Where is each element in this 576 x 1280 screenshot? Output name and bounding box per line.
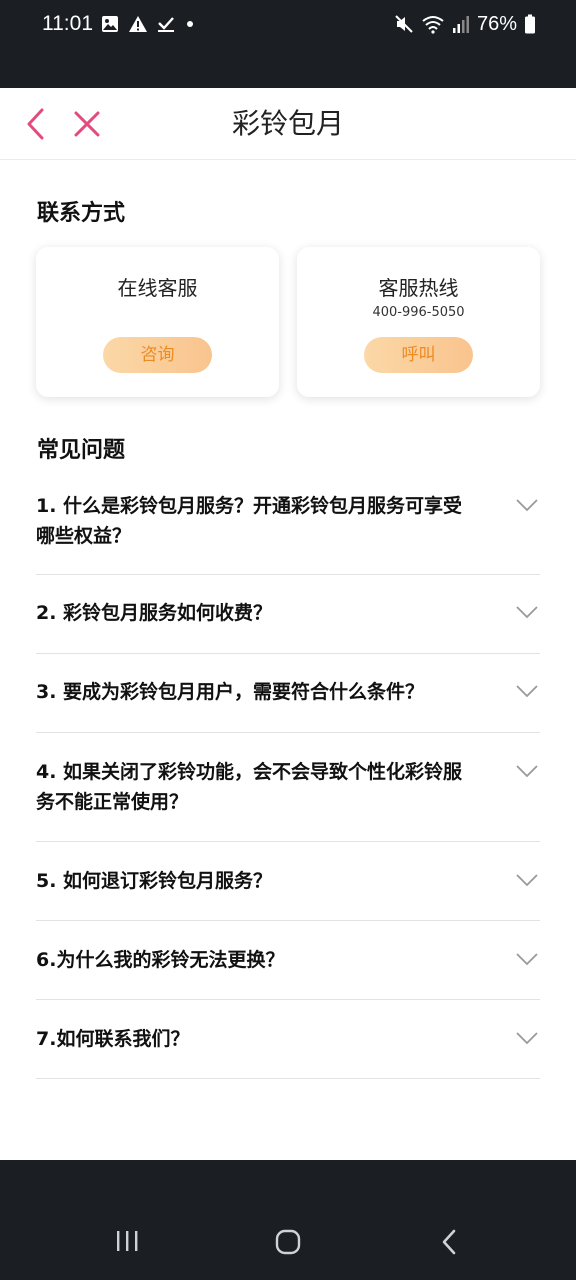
consult-button[interactable]: 咨询 bbox=[103, 337, 212, 373]
header: 彩铃包月 bbox=[0, 88, 576, 160]
faq-item-3[interactable]: 3. 要成为彩铃包月用户，需要符合什么条件？ bbox=[36, 654, 540, 733]
faq-question: 4. 如果关闭了彩铃功能，会不会导致个性化彩铃服务不能正常使用？ bbox=[36, 761, 463, 813]
faq-item-7[interactable]: 7.如何联系我们？ bbox=[36, 1000, 540, 1079]
chevron-down-icon bbox=[516, 606, 538, 619]
back-icon[interactable] bbox=[438, 1228, 462, 1256]
faq-item-4[interactable]: 4. 如果关闭了彩铃功能，会不会导致个性化彩铃服务不能正常使用？ bbox=[36, 733, 540, 842]
faq-item-2[interactable]: 2. 彩铃包月服务如何收费？ bbox=[36, 575, 540, 654]
faq-question: 7.如何联系我们？ bbox=[36, 1028, 190, 1050]
contact-section-title: 联系方式 bbox=[37, 201, 126, 226]
home-icon[interactable] bbox=[274, 1228, 302, 1256]
faq-item-1[interactable]: 1. 什么是彩铃包月服务？开通彩铃包月服务可享受哪些权益？ bbox=[36, 478, 540, 575]
status-time: 11:01 bbox=[42, 12, 93, 35]
chevron-down-icon bbox=[516, 874, 538, 887]
call-button[interactable]: 呼叫 bbox=[364, 337, 473, 373]
faq-question: 2. 彩铃包月服务如何收费？ bbox=[36, 602, 273, 624]
battery-icon bbox=[525, 14, 535, 34]
system-nav-bar bbox=[0, 1160, 576, 1280]
faq-item-6[interactable]: 6.为什么我的彩铃无法更换？ bbox=[36, 921, 540, 1000]
faq-question: 1. 什么是彩铃包月服务？开通彩铃包月服务可享受哪些权益？ bbox=[36, 495, 463, 547]
hotline-title: 客服热线 bbox=[378, 276, 459, 300]
warning-icon bbox=[129, 16, 147, 32]
chevron-down-icon bbox=[516, 1032, 538, 1045]
wifi-icon bbox=[422, 16, 444, 34]
chevron-down-icon bbox=[516, 765, 538, 778]
faq-section-title: 常见问题 bbox=[37, 438, 126, 463]
chevron-down-icon bbox=[516, 685, 538, 698]
battery-percent: 76% bbox=[476, 12, 517, 35]
online-service-card: 在线客服 咨询 bbox=[36, 247, 279, 397]
chevron-down-icon bbox=[516, 953, 538, 966]
faq-item-5[interactable]: 5. 如何退订彩铃包月服务？ bbox=[36, 842, 540, 921]
mute-icon bbox=[395, 15, 413, 33]
faq-question: 3. 要成为彩铃包月用户，需要符合什么条件？ bbox=[36, 681, 425, 703]
faq-list: 1. 什么是彩铃包月服务？开通彩铃包月服务可享受哪些权益？ 2. 彩铃包月服务如… bbox=[36, 478, 540, 1079]
status-left-icons bbox=[101, 13, 196, 35]
status-right-icons: 76% bbox=[394, 10, 536, 38]
chevron-down-icon bbox=[516, 499, 538, 512]
check-icon bbox=[158, 17, 174, 32]
status-bar: 11:01 76% bbox=[0, 0, 576, 88]
faq-question: 6.为什么我的彩铃无法更换？ bbox=[36, 949, 285, 971]
dot-icon bbox=[187, 21, 193, 27]
recent-apps-icon[interactable] bbox=[114, 1228, 140, 1254]
hotline-card: 客服热线 400-996-5050 呼叫 bbox=[297, 247, 540, 397]
online-service-title: 在线客服 bbox=[117, 276, 198, 300]
signal-icon bbox=[452, 16, 469, 33]
faq-question: 5. 如何退订彩铃包月服务？ bbox=[36, 870, 273, 892]
hotline-number: 400-996-5050 bbox=[372, 305, 465, 320]
image-icon bbox=[102, 16, 118, 32]
page-title: 彩铃包月 bbox=[231, 107, 344, 140]
